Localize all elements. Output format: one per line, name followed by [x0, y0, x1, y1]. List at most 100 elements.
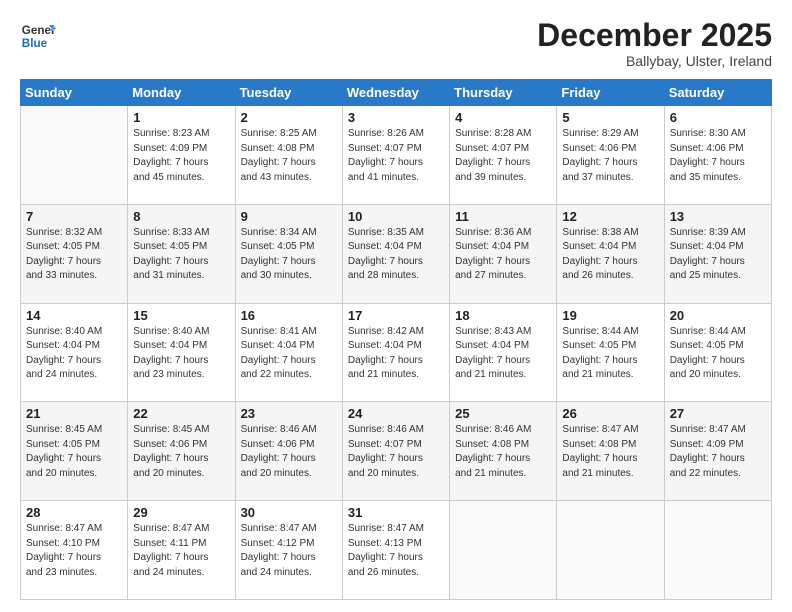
calendar-cell: 10 Sunrise: 8:35 AM Sunset: 4:04 PM Dayli… — [342, 204, 449, 303]
day-info: Sunrise: 8:45 AM Sunset: 4:06 PM Dayligh… — [133, 423, 229, 481]
calendar-cell: 23 Sunrise: 8:46 AM Sunset: 4:06 PM Dayli… — [235, 402, 342, 501]
day-info: Sunrise: 8:35 AM Sunset: 4:04 PM Dayligh… — [348, 226, 444, 284]
day-number: 15 — [133, 308, 229, 323]
calendar-cell: 21Sunrise: 8:45 AM Sunset: 4:05 PM Dayli… — [21, 402, 128, 501]
day-info: Sunrise: 8:38 AM Sunset: 4:04 PM Dayligh… — [562, 226, 658, 284]
day-number: 12 — [562, 209, 658, 224]
calendar-cell: 19Sunrise: 8:44 AM Sunset: 4:05 PM Dayli… — [557, 303, 664, 402]
calendar-cell: 3 Sunrise: 8:26 AM Sunset: 4:07 PM Daylig… — [342, 106, 449, 205]
day-info: Sunrise: 8:28 AM Sunset: 4:07 PM Dayligh… — [455, 127, 551, 185]
day-number: 24 — [348, 406, 444, 421]
calendar-cell: 25Sunrise: 8:46 AM Sunset: 4:08 PM Dayli… — [450, 402, 557, 501]
day-number: 29 — [133, 505, 229, 520]
day-info: Sunrise: 8:44 AM Sunset: 4:05 PM Dayligh… — [670, 325, 766, 383]
day-info: Sunrise: 8:47 AM Sunset: 4:13 PM Dayligh… — [348, 522, 444, 580]
day-info: Sunrise: 8:46 AM Sunset: 4:07 PM Dayligh… — [348, 423, 444, 481]
day-number: 23 — [241, 406, 337, 421]
logo: General Blue — [20, 18, 56, 54]
calendar-cell — [21, 106, 128, 205]
calendar-cell: 20 Sunrise: 8:44 AM Sunset: 4:05 PM Dayli… — [664, 303, 771, 402]
day-number: 31 — [348, 505, 444, 520]
calendar-cell: 6Sunrise: 8:30 AM Sunset: 4:06 PM Daylig… — [664, 106, 771, 205]
day-info: Sunrise: 8:47 AM Sunset: 4:08 PM Dayligh… — [562, 423, 658, 481]
day-info: Sunrise: 8:45 AM Sunset: 4:05 PM Dayligh… — [26, 423, 122, 481]
day-info: Sunrise: 8:30 AM Sunset: 4:06 PM Dayligh… — [670, 127, 766, 185]
calendar-cell: 28Sunrise: 8:47 AM Sunset: 4:10 PM Dayli… — [21, 501, 128, 600]
calendar-cell: 16 Sunrise: 8:41 AM Sunset: 4:04 PM Dayli… — [235, 303, 342, 402]
calendar-header-wednesday: Wednesday — [342, 80, 449, 106]
day-number: 7 — [26, 209, 122, 224]
day-info: Sunrise: 8:32 AM Sunset: 4:05 PM Dayligh… — [26, 226, 122, 284]
location-subtitle: Ballybay, Ulster, Ireland — [537, 53, 772, 69]
page: General Blue December 2025 Ballybay, Uls… — [0, 0, 792, 612]
calendar-cell: 1 Sunrise: 8:23 AM Sunset: 4:09 PM Daylig… — [128, 106, 235, 205]
day-number: 19 — [562, 308, 658, 323]
calendar-header-tuesday: Tuesday — [235, 80, 342, 106]
day-info: Sunrise: 8:46 AM Sunset: 4:08 PM Dayligh… — [455, 423, 551, 481]
day-number: 11 — [455, 209, 551, 224]
day-number: 20 — [670, 308, 766, 323]
title-block: December 2025 Ballybay, Ulster, Ireland — [537, 18, 772, 69]
day-info: Sunrise: 8:41 AM Sunset: 4:04 PM Dayligh… — [241, 325, 337, 383]
calendar-cell: 14 Sunrise: 8:40 AM Sunset: 4:04 PM Dayli… — [21, 303, 128, 402]
calendar-header-row: SundayMondayTuesdayWednesdayThursdayFrid… — [21, 80, 772, 106]
calendar-cell: 30Sunrise: 8:47 AM Sunset: 4:12 PM Dayli… — [235, 501, 342, 600]
calendar-cell: 26 Sunrise: 8:47 AM Sunset: 4:08 PM Dayli… — [557, 402, 664, 501]
calendar-cell — [450, 501, 557, 600]
calendar-cell: 4 Sunrise: 8:28 AM Sunset: 4:07 PM Daylig… — [450, 106, 557, 205]
day-info: Sunrise: 8:42 AM Sunset: 4:04 PM Dayligh… — [348, 325, 444, 383]
logo-icon: General Blue — [20, 18, 56, 54]
calendar-week-2: 7 Sunrise: 8:32 AM Sunset: 4:05 PM Daylig… — [21, 204, 772, 303]
day-number: 4 — [455, 110, 551, 125]
calendar-cell: 29 Sunrise: 8:47 AM Sunset: 4:11 PM Dayli… — [128, 501, 235, 600]
day-info: Sunrise: 8:23 AM Sunset: 4:09 PM Dayligh… — [133, 127, 229, 185]
calendar-cell: 7 Sunrise: 8:32 AM Sunset: 4:05 PM Daylig… — [21, 204, 128, 303]
month-title: December 2025 — [537, 18, 772, 53]
day-info: Sunrise: 8:26 AM Sunset: 4:07 PM Dayligh… — [348, 127, 444, 185]
day-number: 3 — [348, 110, 444, 125]
day-info: Sunrise: 8:47 AM Sunset: 4:12 PM Dayligh… — [241, 522, 337, 580]
day-number: 8 — [133, 209, 229, 224]
calendar-cell: 15 Sunrise: 8:40 AM Sunset: 4:04 PM Dayli… — [128, 303, 235, 402]
day-info: Sunrise: 8:34 AM Sunset: 4:05 PM Dayligh… — [241, 226, 337, 284]
day-number: 1 — [133, 110, 229, 125]
day-number: 26 — [562, 406, 658, 421]
day-info: Sunrise: 8:47 AM Sunset: 4:11 PM Dayligh… — [133, 522, 229, 580]
day-info: Sunrise: 8:36 AM Sunset: 4:04 PM Dayligh… — [455, 226, 551, 284]
calendar-cell: 8 Sunrise: 8:33 AM Sunset: 4:05 PM Daylig… — [128, 204, 235, 303]
day-info: Sunrise: 8:40 AM Sunset: 4:04 PM Dayligh… — [133, 325, 229, 383]
calendar-week-1: 1 Sunrise: 8:23 AM Sunset: 4:09 PM Daylig… — [21, 106, 772, 205]
calendar-header-friday: Friday — [557, 80, 664, 106]
calendar-cell: 27 Sunrise: 8:47 AM Sunset: 4:09 PM Dayli… — [664, 402, 771, 501]
calendar-cell: 24 Sunrise: 8:46 AM Sunset: 4:07 PM Dayli… — [342, 402, 449, 501]
day-number: 18 — [455, 308, 551, 323]
calendar-week-4: 21Sunrise: 8:45 AM Sunset: 4:05 PM Dayli… — [21, 402, 772, 501]
day-info: Sunrise: 8:40 AM Sunset: 4:04 PM Dayligh… — [26, 325, 122, 383]
day-info: Sunrise: 8:43 AM Sunset: 4:04 PM Dayligh… — [455, 325, 551, 383]
day-number: 16 — [241, 308, 337, 323]
day-number: 28 — [26, 505, 122, 520]
day-info: Sunrise: 8:25 AM Sunset: 4:08 PM Dayligh… — [241, 127, 337, 185]
calendar-cell: 13Sunrise: 8:39 AM Sunset: 4:04 PM Dayli… — [664, 204, 771, 303]
day-number: 27 — [670, 406, 766, 421]
day-number: 13 — [670, 209, 766, 224]
day-info: Sunrise: 8:47 AM Sunset: 4:09 PM Dayligh… — [670, 423, 766, 481]
calendar-cell: 22 Sunrise: 8:45 AM Sunset: 4:06 PM Dayli… — [128, 402, 235, 501]
calendar-header-sunday: Sunday — [21, 80, 128, 106]
day-number: 17 — [348, 308, 444, 323]
day-number: 14 — [26, 308, 122, 323]
calendar-cell: 5 Sunrise: 8:29 AM Sunset: 4:06 PM Daylig… — [557, 106, 664, 205]
day-info: Sunrise: 8:33 AM Sunset: 4:05 PM Dayligh… — [133, 226, 229, 284]
day-info: Sunrise: 8:29 AM Sunset: 4:06 PM Dayligh… — [562, 127, 658, 185]
header: General Blue December 2025 Ballybay, Uls… — [20, 18, 772, 69]
calendar-cell: 2 Sunrise: 8:25 AM Sunset: 4:08 PM Daylig… — [235, 106, 342, 205]
day-number: 22 — [133, 406, 229, 421]
calendar-table: SundayMondayTuesdayWednesdayThursdayFrid… — [20, 79, 772, 600]
calendar-cell: 11 Sunrise: 8:36 AM Sunset: 4:04 PM Dayli… — [450, 204, 557, 303]
day-number: 10 — [348, 209, 444, 224]
day-info: Sunrise: 8:46 AM Sunset: 4:06 PM Dayligh… — [241, 423, 337, 481]
svg-text:Blue: Blue — [22, 37, 48, 50]
calendar-cell: 12 Sunrise: 8:38 AM Sunset: 4:04 PM Dayli… — [557, 204, 664, 303]
day-number: 5 — [562, 110, 658, 125]
day-number: 2 — [241, 110, 337, 125]
